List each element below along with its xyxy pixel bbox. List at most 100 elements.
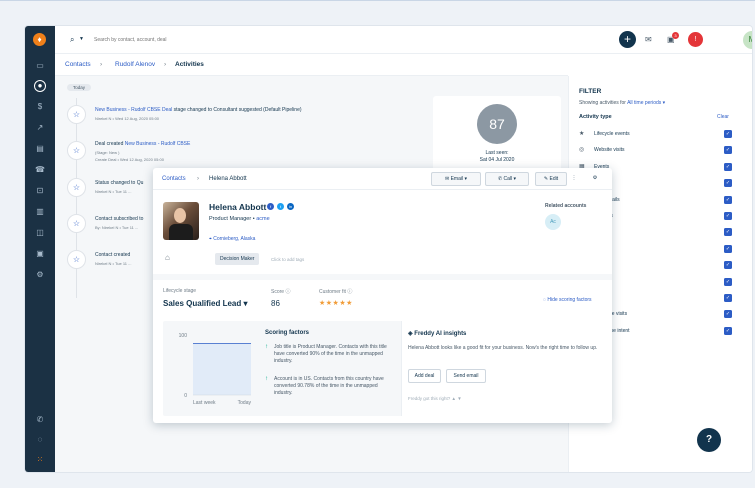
gear-icon[interactable]: ⚙: [589, 172, 601, 186]
help-button[interactable]: ?: [697, 428, 721, 452]
user-avatar[interactable]: M: [743, 31, 752, 49]
activity-sub: By: Nirekel N • Tue 11 ...: [95, 225, 138, 230]
phone-icon[interactable]: ✆: [34, 414, 46, 426]
scoring-panel: 1000Last weekToday Scoring factors ↑Job …: [163, 321, 603, 416]
breadcrumb: Contacts › Rudolf Alenov › Activities: [55, 54, 568, 76]
filter-checkbox[interactable]: ✓: [724, 228, 732, 236]
info-icon[interactable]: ⓘ: [284, 289, 290, 295]
breadcrumb-person[interactable]: Rudolf Alenov: [115, 61, 155, 68]
filter-checkbox[interactable]: ✓: [724, 245, 732, 253]
products-icon[interactable]: ◫: [34, 227, 46, 239]
company-link[interactable]: acme: [256, 216, 269, 222]
filter-checkbox[interactable]: ✓: [724, 179, 732, 187]
lifecycle-dropdown[interactable]: Sales Qualified Lead ▾: [163, 299, 248, 308]
facebook-icon[interactable]: f: [267, 203, 274, 210]
filter-checkbox[interactable]: ✓: [724, 196, 732, 204]
reports-icon[interactable]: ↗: [34, 122, 46, 134]
lifecycle-label: Lifecycle stage: [163, 288, 196, 294]
activity-meta: Nirekel N • Wed 12 Aug, 2020 05:00: [95, 116, 159, 121]
filter-checkbox[interactable]: ✓: [724, 146, 732, 154]
filter-checkbox[interactable]: ✓: [724, 212, 732, 220]
filter-checkbox[interactable]: ✓: [724, 327, 732, 335]
last-seen-label: Last seen:: [433, 150, 561, 156]
email-button[interactable]: ✉ Email ▾: [431, 172, 481, 186]
star-icon: ☆: [67, 250, 86, 269]
contacts-icon[interactable]: ●: [34, 80, 46, 92]
hide-scoring-label: Hide scoring factors: [547, 297, 591, 303]
activity-text: Deal created New Business - Rudolf CBSE: [95, 141, 335, 148]
activity-deal-link[interactable]: New Business - Rudolf CBSE Deal: [95, 107, 172, 113]
score-value: 86: [271, 299, 280, 308]
chart-x-tick-label: Today: [238, 400, 252, 406]
add-tag-link[interactable]: Click to add tags: [271, 257, 304, 262]
star-icon: ☆: [67, 178, 86, 197]
filter-row[interactable]: ★Lifecycle events✓: [579, 130, 737, 140]
scoring-factor: ↑Job title is Product Manager. Contacts …: [265, 344, 393, 365]
filter-type-icon: ◎: [579, 146, 584, 153]
settings-icon[interactable]: ⚙: [34, 269, 46, 281]
chat-icon[interactable]: ▤: [34, 143, 46, 155]
filter-checkbox[interactable]: ✓: [724, 163, 732, 171]
filter-checkbox[interactable]: ✓: [724, 130, 732, 138]
info-icon[interactable]: ⓘ: [346, 289, 352, 295]
star-icon: ☆: [67, 214, 86, 233]
score-trend-chart: 1000Last weekToday: [171, 329, 256, 409]
edit-button[interactable]: ✎ Edit: [535, 172, 567, 186]
filter-checkbox[interactable]: ✓: [724, 278, 732, 286]
phone-list-icon[interactable]: ☎: [34, 164, 46, 176]
score-label-text: Score: [271, 289, 284, 295]
apps-grid-icon[interactable]: ⁙: [34, 454, 46, 466]
activity-deal-link[interactable]: New Business - Rudolf CBSE: [125, 141, 191, 147]
job-title: Product Manager: [209, 216, 251, 222]
chevron-right-icon: ›: [197, 176, 199, 182]
analytics-icon[interactable]: ▥: [34, 206, 46, 218]
inbox-icon[interactable]: ⊡: [34, 185, 46, 197]
filter-type-icon: ★: [579, 130, 584, 137]
send-email-button[interactable]: Send email: [446, 369, 486, 383]
clear-filter-link[interactable]: Clear: [717, 114, 729, 120]
filter-row[interactable]: ◎Website visits✓: [579, 146, 737, 156]
chevron-down-icon: ▾: [241, 299, 247, 308]
add-deal-button[interactable]: Add deal: [408, 369, 441, 383]
search-input[interactable]: [94, 34, 274, 46]
contact-photo: [163, 202, 199, 240]
filter-checkbox[interactable]: ✓: [724, 261, 732, 269]
alert-button[interactable]: !: [688, 32, 703, 47]
freshsales-logo-icon[interactable]: ♦: [33, 33, 46, 46]
chevron-down-icon: ▾: [463, 176, 467, 182]
contact-title-line: Product Manager • acme: [209, 216, 270, 222]
score-label: Score ⓘ: [271, 288, 290, 295]
popup-breadcrumb-contacts[interactable]: Contacts: [162, 176, 186, 182]
tag-chip[interactable]: Decision Maker: [215, 253, 259, 265]
left-sidebar: ♦ ▭ ● $ ↗ ▤ ☎ ⊡ ▥ ◫ ▣ ⚙ ✆ ◌ ⁙: [25, 26, 55, 472]
add-new-button[interactable]: +: [619, 31, 636, 48]
period-dropdown[interactable]: All time periods: [627, 100, 661, 106]
twitter-icon[interactable]: t: [277, 203, 284, 210]
lifecycle-value: Sales Qualified Lead: [163, 299, 241, 308]
freddy-feedback-text: Freddy got this right?: [408, 396, 450, 401]
call-button[interactable]: ✆ Call ▾: [485, 172, 529, 186]
filter-checkbox[interactable]: ✓: [724, 310, 732, 318]
documents-icon[interactable]: ▣: [34, 248, 46, 260]
related-accounts-title: Related accounts: [545, 203, 586, 209]
activity-description: stage changed to Consultant suggested (D…: [172, 107, 301, 113]
last-seen-date: Sat 04 Jul 2020: [433, 157, 561, 163]
more-options-icon[interactable]: ⋮: [569, 172, 579, 186]
mail-icon[interactable]: ✉: [645, 35, 652, 44]
customer-fit-label: Customer fit ⓘ: [319, 288, 352, 295]
deals-icon[interactable]: $: [34, 101, 46, 113]
breadcrumb-contacts[interactable]: Contacts: [65, 61, 91, 68]
calendar-icon[interactable]: ▭: [34, 60, 46, 72]
location-line[interactable]: ⌖ Cornieberg, Alaska: [209, 236, 255, 242]
chart-area-fill: [193, 343, 251, 395]
filter-checkbox[interactable]: ✓: [724, 294, 732, 302]
chevron-right-icon: ›: [164, 61, 166, 68]
related-account-avatar[interactable]: Ac: [545, 214, 561, 230]
chat-bubble-icon[interactable]: ◌: [34, 434, 46, 446]
chevron-down-icon[interactable]: ▼: [79, 36, 84, 42]
hide-scoring-factors-link[interactable]: ◌ Hide scoring factors: [543, 297, 592, 303]
thumbs-down-icon[interactable]: ▼: [456, 396, 462, 401]
search-icon[interactable]: ⌕: [70, 35, 74, 45]
chevron-down-icon[interactable]: ▾: [661, 100, 665, 106]
linkedin-icon[interactable]: in: [287, 203, 294, 210]
